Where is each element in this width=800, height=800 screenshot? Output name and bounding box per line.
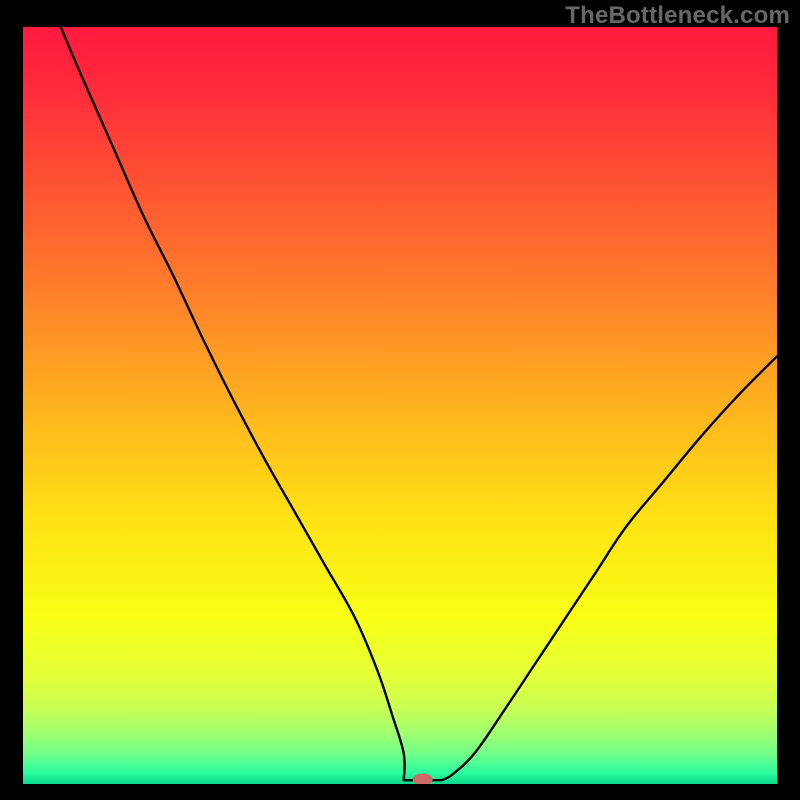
gradient-background [23, 27, 777, 784]
plot-area [23, 27, 777, 784]
plot-svg [23, 27, 777, 784]
chart-container: TheBottleneck.com [0, 0, 800, 800]
watermark-text: TheBottleneck.com [565, 2, 790, 30]
